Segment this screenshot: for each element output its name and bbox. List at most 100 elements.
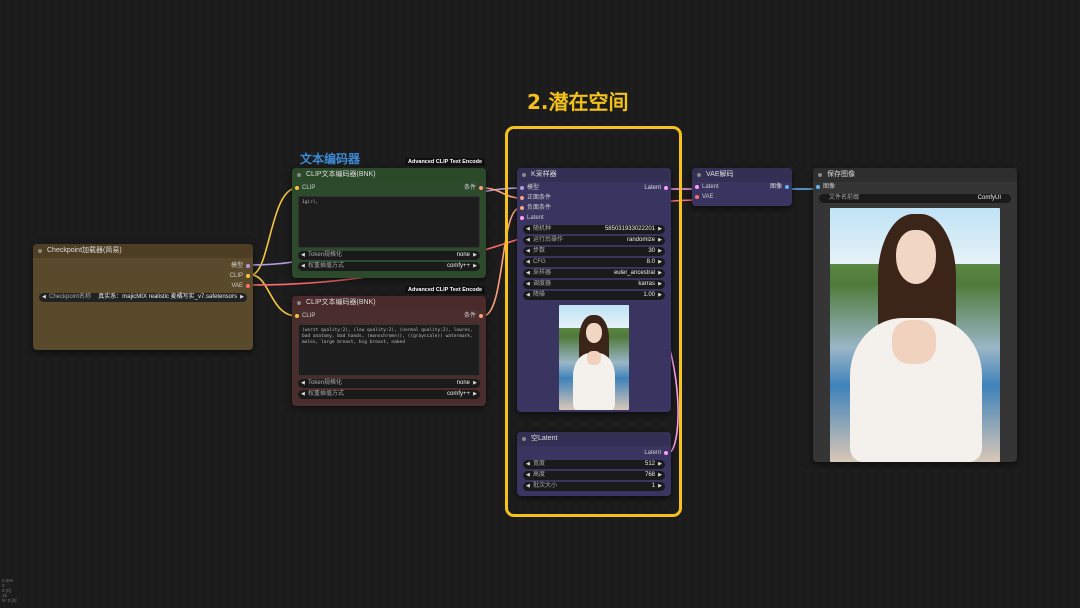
clip-positive-node[interactable]: CLIP文本编码器(BNK) CLIP 条件 1girl, ◀ Token规格化… <box>292 168 486 278</box>
arrow-left-icon[interactable]: ◀ <box>526 460 530 469</box>
input-vae[interactable]: VAE <box>692 192 792 202</box>
ksampler-header[interactable]: K采样器 <box>517 168 671 182</box>
checkpoint-loader-header[interactable]: Checkpoint加载器(简易) <box>33 244 253 258</box>
empty-latent-node[interactable]: 空Latent Latent ◀ 宽度 512 ▶ ◀ 高度 768 ▶ ◀ 批… <box>517 432 671 496</box>
slot-dot-icon[interactable] <box>785 185 789 189</box>
collapse-dot-icon[interactable] <box>522 173 526 177</box>
input-latent[interactable]: Latent <box>517 213 671 223</box>
output-vae[interactable]: VAE <box>33 281 253 291</box>
output-conditioning[interactable]: 条件 <box>464 183 486 193</box>
token-normalization-widget[interactable]: ◀ Token规格化 none ▶ <box>298 251 480 260</box>
arrow-left-icon[interactable]: ◀ <box>526 280 530 289</box>
collapse-dot-icon[interactable] <box>297 173 301 177</box>
sampler-widget[interactable]: ◀ 采样器 euler_ancestral ▶ <box>523 269 665 278</box>
clip-negative-node[interactable]: CLIP文本编码器(BNK) CLIP 条件 (worst quality:2)… <box>292 296 486 406</box>
collapse-dot-icon[interactable] <box>818 173 822 177</box>
negative-prompt-textarea[interactable]: (worst quality:2), (low quality:2), (nor… <box>298 324 480 376</box>
arrow-right-icon[interactable]: ▶ <box>658 482 662 491</box>
collapse-dot-icon[interactable] <box>297 301 301 305</box>
arrow-left-icon[interactable]: ◀ <box>526 236 530 245</box>
collapse-dot-icon[interactable] <box>697 173 701 177</box>
output-conditioning[interactable]: 条件 <box>464 311 486 321</box>
slot-dot-icon[interactable] <box>520 206 524 210</box>
output-image[interactable]: 图像 <box>770 182 792 192</box>
input-clip[interactable]: CLIP <box>292 183 315 193</box>
width-widget[interactable]: ◀ 宽度 512 ▶ <box>523 460 665 469</box>
clip-negative-header[interactable]: CLIP文本编码器(BNK) <box>292 296 486 310</box>
collapse-dot-icon[interactable] <box>522 437 526 441</box>
slot-dot-icon[interactable] <box>246 264 250 268</box>
arrow-right-icon[interactable]: ▶ <box>658 258 662 267</box>
checkpoint-name-widget[interactable]: ◀ Checkpoint名称 真实系：majicMIX realistic 麦橘… <box>39 293 247 302</box>
slot-dot-icon[interactable] <box>664 186 668 190</box>
slot-dot-icon[interactable] <box>520 196 524 200</box>
arrow-right-icon[interactable]: ▶ <box>658 291 662 300</box>
slot-dot-icon[interactable] <box>295 186 299 190</box>
arrow-right-icon[interactable]: ▶ <box>473 251 477 260</box>
scheduler-widget[interactable]: ◀ 调度器 karras ▶ <box>523 280 665 289</box>
input-positive[interactable]: 正面条件 <box>517 193 671 203</box>
weight-interpretation-widget[interactable]: ◀ 权重插值方式 comfy++ ▶ <box>298 390 480 399</box>
arrow-right-icon[interactable]: ▶ <box>658 280 662 289</box>
checkpoint-loader-node[interactable]: Checkpoint加载器(简易) 模型 CLIP VAE ◀ Checkpoi… <box>33 244 253 350</box>
arrow-right-icon[interactable]: ▶ <box>658 471 662 480</box>
slot-dot-icon[interactable] <box>695 185 699 189</box>
cfg-widget[interactable]: ◀ CFG 8.0 ▶ <box>523 258 665 267</box>
empty-latent-header[interactable]: 空Latent <box>517 432 671 446</box>
output-model[interactable]: 模型 <box>33 261 253 271</box>
ksampler-node[interactable]: K采样器 模型 正面条件 负面条件 Latent Latent ◀ 随机种 58… <box>517 168 671 412</box>
arrow-left-icon[interactable]: ◀ <box>526 471 530 480</box>
slot-dot-icon[interactable] <box>246 284 250 288</box>
token-normalization-widget[interactable]: ◀ Token规格化 none ▶ <box>298 379 480 388</box>
control-after-generate-widget[interactable]: ◀ 运行后操作 randomize ▶ <box>523 236 665 245</box>
input-negative[interactable]: 负面条件 <box>517 203 671 213</box>
arrow-left-icon[interactable]: ◀ <box>526 291 530 300</box>
arrow-right-icon[interactable]: ▶ <box>658 236 662 245</box>
output-latent[interactable]: Latent <box>517 448 671 458</box>
arrow-left-icon[interactable]: ◀ <box>526 247 530 256</box>
save-image-node[interactable]: 保存图像 图像 文件名前缀 ComfyUI <box>813 168 1017 462</box>
vae-decode-header[interactable]: VAE解码 <box>692 168 792 182</box>
positive-prompt-textarea[interactable]: 1girl, <box>298 196 480 248</box>
arrow-left-icon[interactable]: ◀ <box>526 225 530 234</box>
slot-dot-icon[interactable] <box>479 314 483 318</box>
arrow-left-icon[interactable]: ◀ <box>526 269 530 278</box>
arrow-right-icon[interactable]: ▶ <box>473 390 477 399</box>
slot-dot-icon[interactable] <box>520 216 524 220</box>
vae-decode-node[interactable]: VAE解码 Latent VAE 图像 <box>692 168 792 206</box>
denoise-widget[interactable]: ◀ 降噪 1.00 ▶ <box>523 291 665 300</box>
steps-widget[interactable]: ◀ 步数 30 ▶ <box>523 247 665 256</box>
slot-dot-icon[interactable] <box>816 185 820 189</box>
slot-dot-icon[interactable] <box>520 186 524 190</box>
filename-prefix-widget[interactable]: 文件名前缀 ComfyUI <box>819 194 1011 203</box>
arrow-right-icon[interactable]: ▶ <box>658 225 662 234</box>
arrow-right-icon[interactable]: ▶ <box>658 247 662 256</box>
weight-interpretation-widget[interactable]: ◀ 权重插值方式 comfy++ ▶ <box>298 262 480 271</box>
slot-dot-icon[interactable] <box>246 274 250 278</box>
output-clip[interactable]: CLIP <box>33 271 253 281</box>
arrow-right-icon[interactable]: ▶ <box>473 262 477 271</box>
arrow-right-icon[interactable]: ▶ <box>240 293 244 302</box>
height-widget[interactable]: ◀ 高度 768 ▶ <box>523 471 665 480</box>
input-image[interactable]: 图像 <box>813 182 1017 192</box>
output-latent[interactable]: Latent <box>644 183 671 193</box>
collapse-dot-icon[interactable] <box>38 249 42 253</box>
arrow-left-icon[interactable]: ◀ <box>301 251 305 260</box>
slot-dot-icon[interactable] <box>479 186 483 190</box>
input-clip[interactable]: CLIP <box>292 311 315 321</box>
slot-dot-icon[interactable] <box>295 314 299 318</box>
slot-dot-icon[interactable] <box>695 195 699 199</box>
batch-size-widget[interactable]: ◀ 批次大小 1 ▶ <box>523 482 665 491</box>
arrow-right-icon[interactable]: ▶ <box>658 460 662 469</box>
arrow-left-icon[interactable]: ◀ <box>301 379 305 388</box>
arrow-left-icon[interactable]: ◀ <box>301 390 305 399</box>
save-image-header[interactable]: 保存图像 <box>813 168 1017 182</box>
arrow-left-icon[interactable]: ◀ <box>42 293 46 302</box>
arrow-left-icon[interactable]: ◀ <box>526 482 530 491</box>
arrow-left-icon[interactable]: ◀ <box>301 262 305 271</box>
slot-dot-icon[interactable] <box>664 451 668 455</box>
arrow-left-icon[interactable]: ◀ <box>526 258 530 267</box>
seed-widget[interactable]: ◀ 随机种 585031933022201 ▶ <box>523 225 665 234</box>
clip-positive-header[interactable]: CLIP文本编码器(BNK) <box>292 168 486 182</box>
arrow-right-icon[interactable]: ▶ <box>473 379 477 388</box>
